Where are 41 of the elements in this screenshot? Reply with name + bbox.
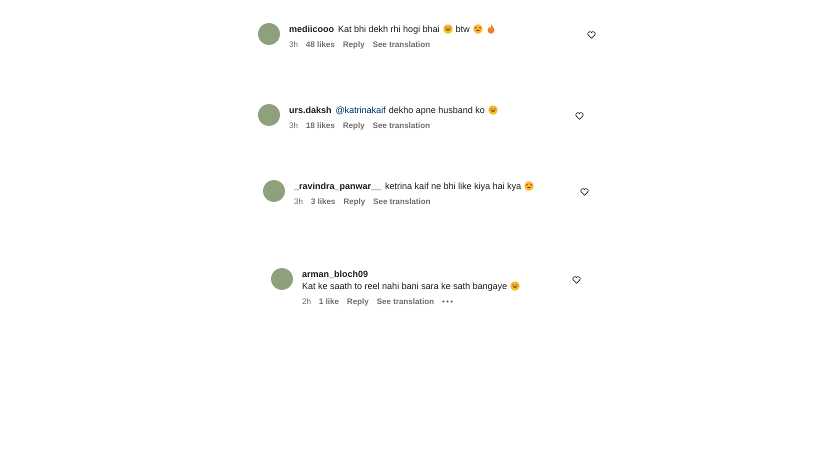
see-translation-link[interactable]: See translation [376, 297, 434, 306]
time-label: 2h [302, 297, 311, 306]
reply-link[interactable]: Reply [346, 297, 369, 306]
like-heart-icon[interactable] [575, 112, 584, 120]
like-heart-icon[interactable] [587, 31, 596, 39]
reply-link[interactable]: Reply [343, 197, 366, 206]
username-link[interactable]: urs.daksh [289, 104, 332, 116]
likes-count[interactable]: 48 likes [306, 40, 335, 49]
username-link[interactable]: arman_bloch09 [302, 268, 368, 280]
comment-text: Kat bhi dekh rhi hogi bhai [338, 23, 440, 35]
likes-count[interactable]: 3 likes [310, 197, 336, 206]
like-heart-icon[interactable] [580, 188, 589, 196]
avatar-image[interactable] [263, 180, 285, 202]
see-translation-link[interactable]: See translation [373, 197, 431, 206]
time-label: 3h [294, 197, 303, 206]
fire-icon [486, 24, 496, 34]
heart-eyes-face-icon [524, 181, 534, 191]
reply-link[interactable]: Reply [342, 40, 365, 49]
comment-text: Kat ke saath to reel nahi bani sara ke sath bangaye [302, 280, 508, 292]
username-link[interactable]: mediicooo [289, 23, 334, 35]
comment-text: ketrina kaif ne bhi like kiya hai kya [385, 180, 522, 192]
see-translation-link[interactable]: See translation [372, 121, 430, 130]
laughing-face-icon [510, 281, 520, 291]
like-heart-icon[interactable] [572, 276, 581, 284]
time-label: 3h [289, 40, 298, 49]
more-options-icon[interactable] [442, 300, 454, 303]
mention-link[interactable]: @katrinakaif [336, 104, 386, 116]
reply-link[interactable]: Reply [342, 121, 365, 130]
avatar-image[interactable] [258, 104, 280, 126]
time-label: 3h [289, 121, 298, 130]
avatar-image[interactable] [271, 268, 293, 290]
username-link[interactable]: _ravindra_panwar__ [294, 180, 382, 192]
heart-eyes-face-icon [472, 24, 483, 34]
comment-text: dekho apne husband ko [388, 104, 485, 116]
laughing-face-icon [488, 105, 498, 115]
likes-count[interactable]: 18 likes [306, 121, 335, 130]
laughing-face-icon [442, 24, 453, 34]
see-translation-link[interactable]: See translation [372, 40, 430, 49]
comment-text: btw [456, 23, 470, 35]
likes-count[interactable]: 1 like [318, 297, 339, 306]
avatar-image[interactable] [258, 23, 280, 45]
